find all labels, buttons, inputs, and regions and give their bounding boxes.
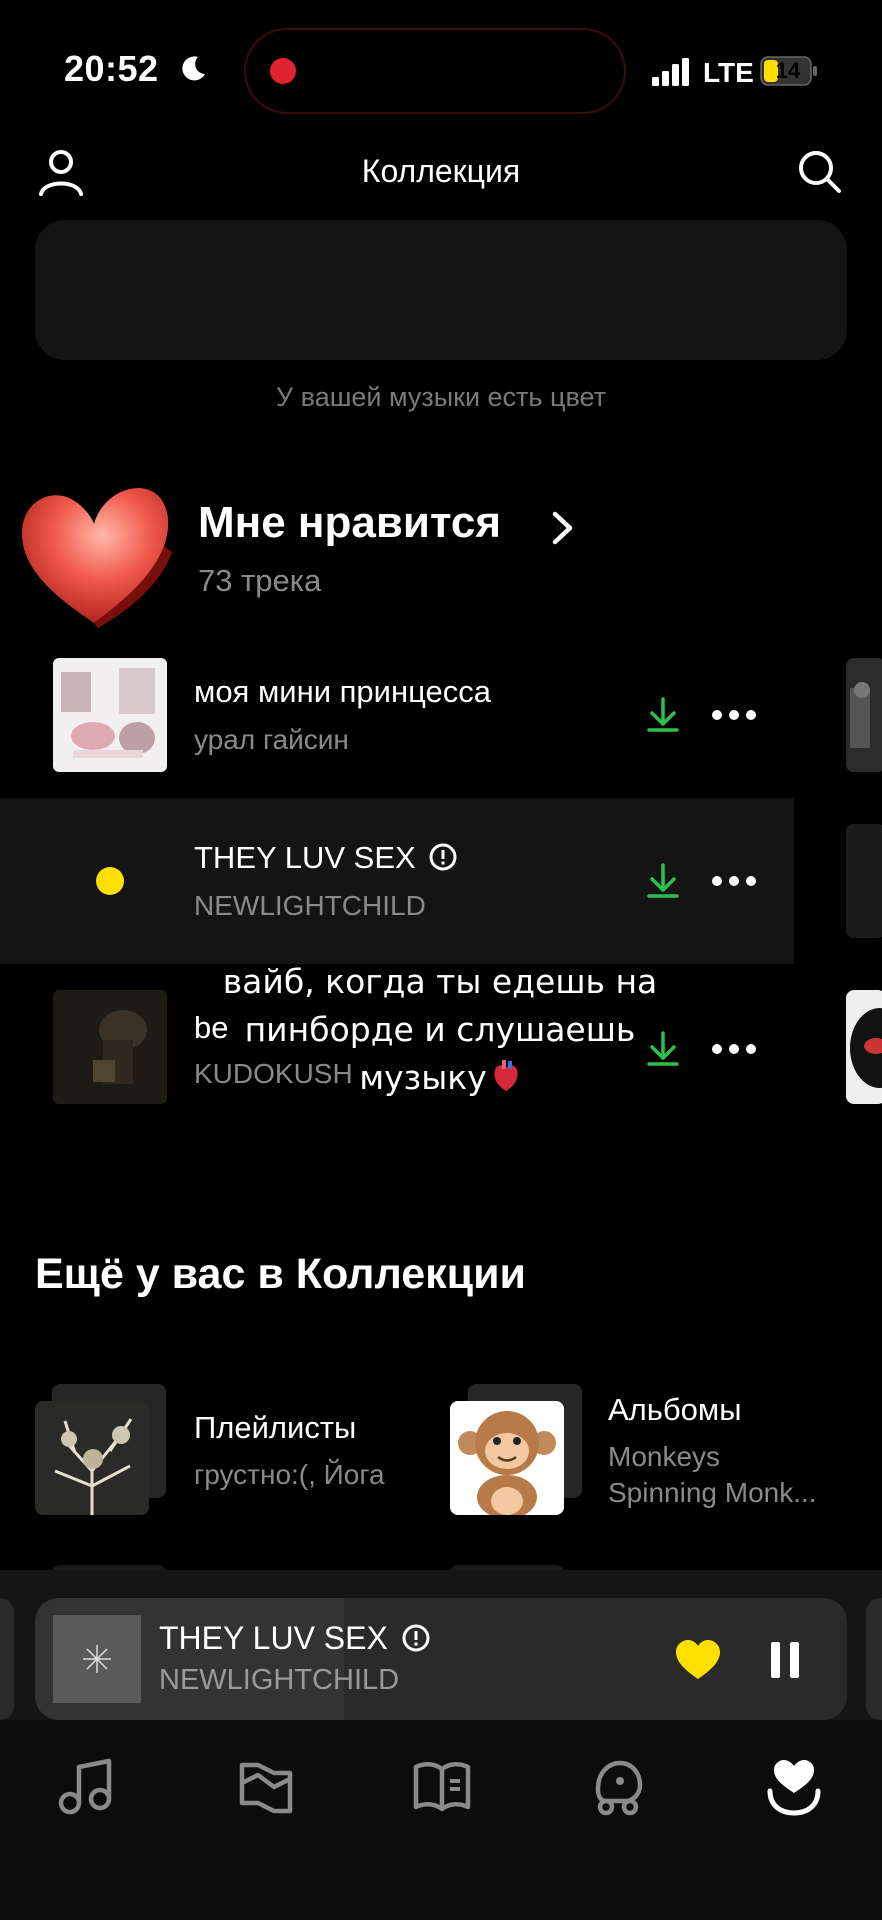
downloaded-icon (647, 863, 679, 898)
book-icon[interactable] (410, 1755, 474, 1819)
collection-card-subtitle-line1: Monkeys (608, 1441, 721, 1472)
track-title: THEY LUV SEX (194, 840, 458, 876)
next-card-preview[interactable] (846, 990, 882, 1104)
banner-caption: У вашей музыки есть цвет (276, 382, 606, 412)
prev-player-card[interactable] (0, 1598, 14, 1720)
downloaded-icon (647, 697, 679, 732)
more-options-icon[interactable] (711, 875, 757, 887)
collection-card-subtitle: грустно:(, Йога (194, 1459, 385, 1490)
video-caption: вайб, когда ты едешь на пинборде и слуша… (222, 962, 658, 1097)
bottom-nav (0, 1720, 882, 1920)
likes-count: 73 трека (198, 563, 322, 598)
more-options-icon[interactable] (711, 709, 757, 721)
recording-dot (270, 58, 296, 84)
signal-icon (652, 58, 689, 86)
dynamic-island[interactable] (244, 28, 626, 114)
track-title: моя мини принцесса (194, 674, 491, 709)
section-title: Ещё у вас в Коллекции (35, 1250, 526, 1298)
collection-card-title: Альбомы (608, 1392, 742, 1427)
explicit-icon (402, 1624, 430, 1652)
music-note-icon[interactable] (54, 1755, 118, 1819)
chevron-right-icon[interactable] (550, 510, 576, 546)
music-color-banner[interactable] (35, 220, 847, 360)
explicit-icon (429, 843, 457, 871)
next-player-card[interactable] (866, 1598, 882, 1720)
liked-heart-cover[interactable] (14, 478, 174, 628)
player-artist: NEWLIGHTCHILD (159, 1664, 400, 1696)
network-type: LTE (703, 57, 754, 88)
now-playing-indicator (96, 867, 124, 895)
mini-player[interactable]: THEY LUV SEX NEWLIGHTCHILD (35, 1598, 847, 1720)
search-icon[interactable] (796, 148, 842, 194)
collection-card-title: Плейлисты (194, 1410, 357, 1445)
next-card-preview[interactable] (846, 824, 882, 938)
map-icon[interactable] (234, 1755, 298, 1819)
page-title: Коллекция (361, 153, 521, 189)
player-title: THEY LUV SEX (159, 1620, 431, 1657)
anatomical-heart-icon (494, 1060, 518, 1091)
track-artist: урал гайсин (194, 724, 349, 755)
kids-icon[interactable] (586, 1755, 650, 1819)
collection-card-subtitle-line2: Spinning Monk... (608, 1477, 817, 1508)
track-artist: NEWLIGHTCHILD (194, 890, 426, 921)
like-heart-icon[interactable] (675, 1640, 721, 1680)
heart-collection-icon[interactable] (762, 1755, 826, 1819)
moon-icon (182, 56, 205, 81)
likes-title[interactable]: Мне нравится (198, 498, 501, 548)
player-cover (53, 1615, 141, 1703)
status-time: 20:52 (64, 48, 159, 89)
pause-icon[interactable] (769, 1640, 801, 1680)
album-cover (450, 1401, 564, 1515)
battery-level: 14 (775, 58, 801, 83)
playlist-cover (35, 1401, 149, 1515)
next-card-preview[interactable] (846, 658, 882, 772)
track-cover (53, 658, 167, 772)
